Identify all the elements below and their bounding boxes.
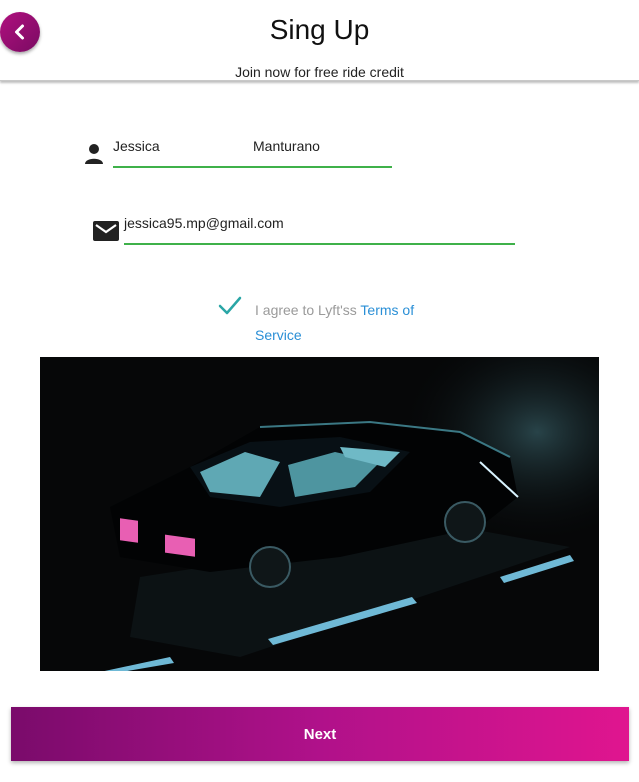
next-button[interactable]: Next	[11, 707, 629, 761]
page-title: Sing Up	[269, 14, 370, 45]
name-underline	[113, 166, 392, 168]
mail-icon	[93, 221, 119, 241]
agreement-text: I agree to Lyft'ss Terms of Service	[255, 298, 445, 348]
email-input[interactable]: jessica95.mp@gmail.com	[124, 215, 284, 231]
person-icon	[85, 144, 103, 164]
email-underline	[124, 243, 515, 245]
app-header: Sing Up Join now for free ride credit	[0, 0, 639, 81]
checkmark-icon[interactable]	[218, 296, 242, 316]
first-name-input[interactable]: Jessica	[113, 138, 160, 154]
car-illustration	[40, 357, 599, 671]
last-name-input[interactable]: Manturano	[253, 138, 320, 154]
page-subtitle: Join now for free ride credit	[235, 64, 404, 80]
agreement-label: I agree to Lyft'ss	[255, 302, 361, 318]
